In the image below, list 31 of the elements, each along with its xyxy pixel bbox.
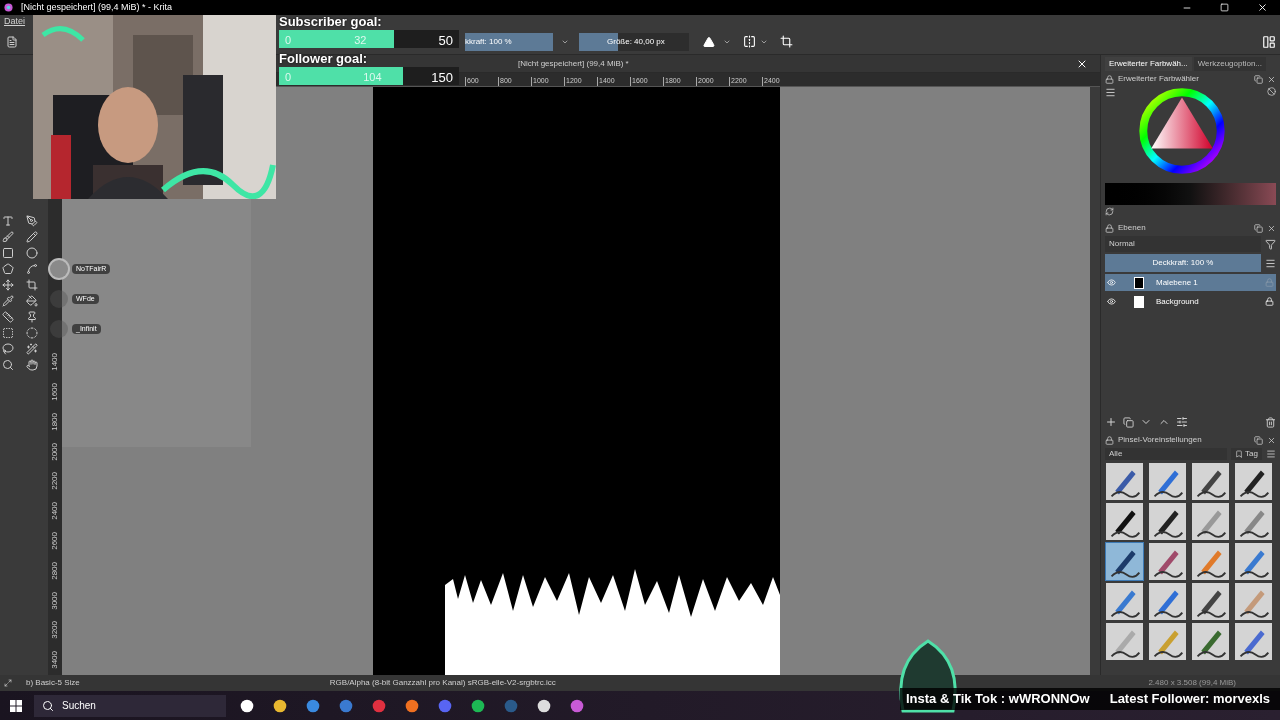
layer-row[interactable]: Background <box>1105 293 1276 310</box>
layer-name: Background <box>1156 295 1200 308</box>
goal-start: 0 <box>285 70 292 85</box>
opacity-slider[interactable]: kkraft: 100 % <box>465 32 553 51</box>
window-title: [Nicht gespeichert] (99,4 MiB) * - Krita <box>21 0 173 14</box>
menu-item[interactable]: Datei <box>4 15 25 29</box>
color-space-status: RGB/Alpha (8-bit Ganzzahl pro Kanal) sRGB-elle-V2-srgbtrc.icc <box>329 677 556 689</box>
socials-text: Insta & Tik Tok : wWRONNOw <box>906 690 1090 709</box>
tag-button[interactable]: Tag <box>1231 448 1262 460</box>
layer-row[interactable]: Malebene 1 <box>1105 274 1276 291</box>
panel-title: Pinsel-Voreinstellungen <box>1118 434 1203 446</box>
goal-title: Subscriber goal: <box>279 13 383 30</box>
latest-follower-text: Latest Follower: morvexls <box>1109 690 1271 709</box>
opacity-slider[interactable]: Deckkraft: 100 % <box>1105 254 1261 272</box>
goal-current: 104 <box>363 70 382 85</box>
panel-title: Ebenen <box>1118 222 1147 234</box>
docker-tab[interactable]: Werkzeugoption... <box>1193 57 1267 71</box>
goal-start: 0 <box>285 33 292 48</box>
layer-name: Malebene 1 <box>1156 276 1199 289</box>
size-slider[interactable]: Größe: 40,00 px <box>579 32 689 51</box>
goal-title: Follower goal: <box>279 50 369 67</box>
search-field[interactable]: Suchen <box>34 694 226 717</box>
docker-tab[interactable]: Erweiterter Farbwäh... <box>1105 57 1192 71</box>
goal-target: 50 <box>438 32 453 50</box>
document-tab[interactable]: [Nicht gespeichert] (99,4 MiB) * <box>518 57 629 70</box>
dimensions-status: 2.480 x 3.508 (99,4 MiB) <box>1148 677 1236 689</box>
blend-mode-dropdown[interactable]: Normal <box>1105 236 1261 252</box>
brush-status: b) Basic-5 Size <box>26 677 80 689</box>
filter-dropdown[interactable]: Alle <box>1105 448 1228 460</box>
goal-current: 32 <box>354 33 367 48</box>
panel-title: Erweiterter Farbwähler <box>1118 73 1200 85</box>
